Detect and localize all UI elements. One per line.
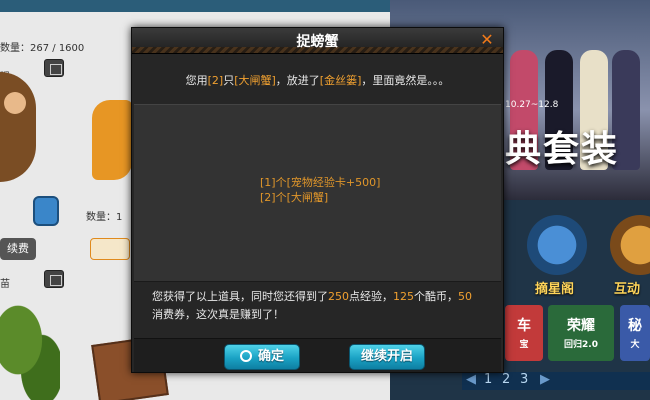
list-item: [2]个[大闸蟹] — [260, 191, 329, 204]
background-count-text: 数量：267 / 1600 — [0, 43, 85, 54]
background-box-icon-2[interactable] — [44, 270, 64, 288]
continue-open-button[interactable]: 继续开启 — [349, 344, 425, 370]
ok-button[interactable]: 确定 — [224, 344, 300, 370]
renew-button[interactable]: 续费 — [0, 238, 36, 260]
message-text: 只 — [223, 74, 235, 87]
catch-crab-dialog: 捉螃蟹 ✕ 您用[2]只[大闸蟹]，放进了[金丝篓]，里面竟然是。。。 [1]个… — [131, 27, 504, 373]
pager-page[interactable]: 2 — [502, 372, 510, 387]
message-text: ，里面竟然是。。。 — [361, 74, 450, 87]
reward-text: 您获得了以上道具，同时您还得到了 — [152, 290, 328, 303]
message-text: ，放进了 — [275, 74, 320, 87]
star-pavilion-label: 摘星阁 — [535, 282, 575, 297]
coins-value: 125 — [393, 290, 414, 303]
event-tile[interactable]: 秘 大 — [620, 305, 650, 361]
tile-title: 车 — [517, 318, 531, 334]
crab-count: [2] — [207, 74, 224, 87]
list-item: [1]个[宠物经验卡+500] — [260, 176, 381, 189]
exp-value: 250 — [328, 290, 349, 303]
orange-character-image — [92, 100, 132, 180]
tile-subtitle: 回归2.0 — [564, 340, 598, 350]
tile-subtitle: 大 — [630, 340, 640, 350]
result-message: 您用[2]只[大闸蟹]，放进了[金丝篓]，里面竟然是。。。 — [132, 72, 503, 88]
star-pavilion-icon[interactable] — [527, 215, 587, 275]
background-box-icon[interactable] — [44, 59, 64, 77]
reward-text: 个酷币， — [414, 290, 458, 303]
circle-icon — [239, 350, 252, 362]
dialog-header: 捉螃蟹 ✕ — [132, 28, 503, 54]
event-tile[interactable]: 荣耀 回归2.0 — [548, 305, 614, 361]
reward-text: 点经验， — [349, 290, 393, 303]
crab-name: [大闸蟹] — [234, 74, 276, 87]
plant-image — [0, 300, 60, 400]
continue-button-label: 继续开启 — [360, 349, 413, 364]
pager-page[interactable]: 1 — [484, 372, 492, 387]
basket-name: [金丝篓] — [319, 74, 362, 87]
pager-prev-icon[interactable]: ◀ — [466, 372, 476, 387]
vouchers-value: 50 — [458, 290, 472, 303]
items-panel: [1]个[宠物经验卡+500] [2]个[大闸蟹] — [134, 104, 501, 282]
button-bar — [134, 338, 501, 372]
close-icon[interactable]: ✕ — [478, 31, 496, 49]
items-list: [1]个[宠物经验卡+500] [2]个[大闸蟹] — [260, 175, 380, 205]
background-top-bar — [0, 0, 390, 12]
reward-message: 您获得了以上道具，同时您还得到了250点经验，125个酷币，50 消费券，这次真是… — [152, 288, 492, 324]
banner-title: 典套装 — [505, 129, 620, 170]
event-tile[interactable]: 车 宝 — [505, 305, 543, 361]
pager-next-icon[interactable]: ▶ — [540, 372, 550, 387]
interaction-label: 互动 — [614, 282, 641, 297]
reward-text: 消费券，这次真是赚到了！ — [152, 308, 284, 321]
tile-title: 荣耀 — [567, 318, 595, 334]
banner-date: 10.27~12.8 — [505, 100, 559, 110]
ok-button-label: 确定 — [257, 349, 284, 364]
message-text: 您用 — [185, 74, 208, 87]
tile-subtitle: 宝 — [519, 340, 529, 350]
background-catch-button[interactable] — [90, 238, 130, 260]
pager-page[interactable]: 3 — [520, 372, 528, 387]
background-label-2: 苗 — [0, 279, 10, 290]
tile-title: 秘 — [628, 318, 642, 334]
pager: ◀ 1 2 3 ▶ — [462, 372, 650, 390]
dialog-title: 捉螃蟹 — [296, 34, 339, 50]
background-quantity-text: 数量：1 — [86, 212, 123, 223]
phone-icon[interactable] — [33, 196, 59, 226]
